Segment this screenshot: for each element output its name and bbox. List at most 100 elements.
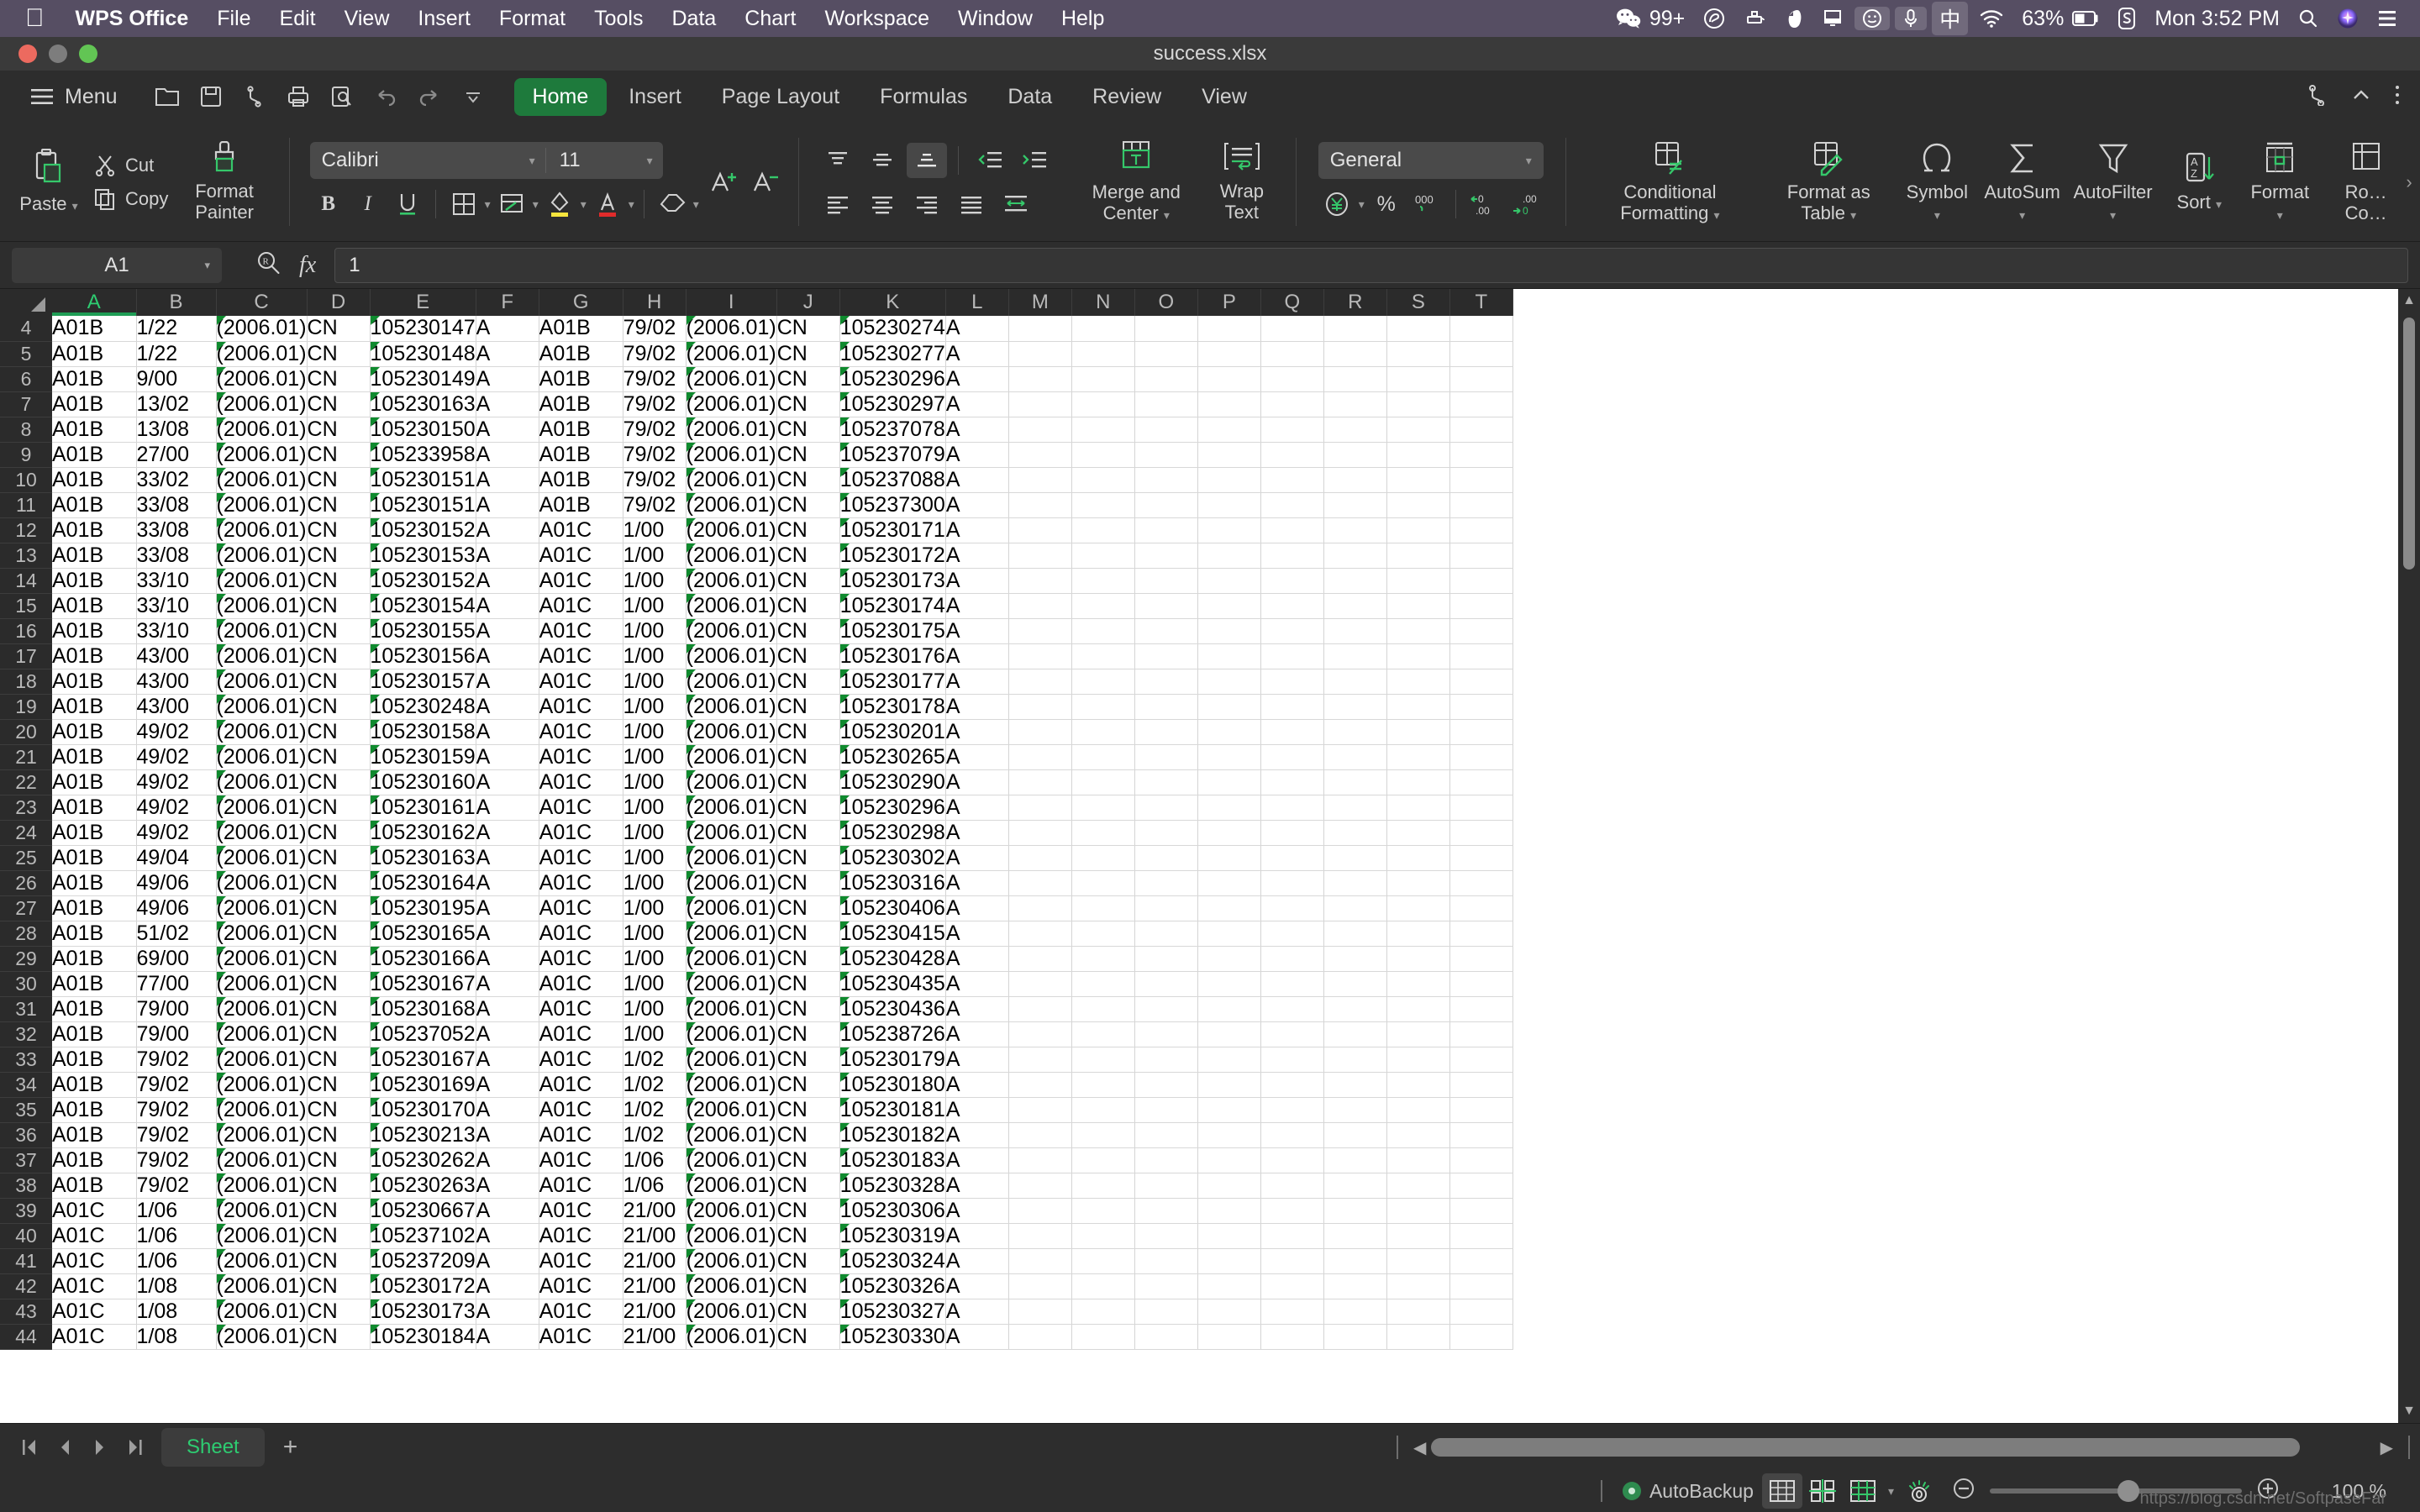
cell-I42[interactable]: (2006.01) [686, 1273, 777, 1299]
cell-M30[interactable] [1008, 971, 1072, 997]
cell-T22[interactable] [1449, 769, 1513, 795]
cell-F6[interactable]: A [476, 366, 539, 392]
cell-E14[interactable]: 105230152 [370, 568, 476, 594]
cell-F31[interactable]: A [476, 996, 539, 1022]
paste-button[interactable]: Paste ▾ [8, 144, 89, 220]
cell-F41[interactable]: A [476, 1248, 539, 1274]
cell-T41[interactable] [1449, 1248, 1513, 1274]
cell-A20[interactable]: A01B [52, 719, 137, 745]
bold-button[interactable]: B [310, 186, 347, 222]
column-header-H[interactable]: H [623, 289, 687, 316]
cell-Q41[interactable] [1260, 1248, 1324, 1274]
cell-E40[interactable]: 105237102 [370, 1223, 476, 1249]
cell-P7[interactable] [1197, 391, 1261, 417]
cell-J26[interactable]: CN [776, 870, 840, 896]
cell-F19[interactable]: A [476, 694, 539, 720]
cell-N14[interactable] [1071, 568, 1135, 594]
cell-L38[interactable]: A [945, 1173, 1009, 1199]
cell-M29[interactable] [1008, 946, 1072, 972]
cell-K9[interactable]: 105237079 [839, 442, 946, 468]
cell-L30[interactable]: A [945, 971, 1009, 997]
cell-R29[interactable] [1323, 946, 1387, 972]
cell-L24[interactable]: A [945, 820, 1009, 846]
cell-A14[interactable]: A01B [52, 568, 137, 594]
cell-L43[interactable]: A [945, 1299, 1009, 1325]
cell-O25[interactable] [1134, 845, 1198, 871]
cell-C26[interactable]: (2006.01) [216, 870, 308, 896]
cell-A25[interactable]: A01B [52, 845, 137, 871]
cell-N28[interactable] [1071, 921, 1135, 947]
cell-E12[interactable]: 105230152 [370, 517, 476, 543]
cell-Q34[interactable] [1260, 1072, 1324, 1098]
cell-F40[interactable]: A [476, 1223, 539, 1249]
cell-R22[interactable] [1323, 769, 1387, 795]
cell-N20[interactable] [1071, 719, 1135, 745]
cell-R24[interactable] [1323, 820, 1387, 846]
cell-G24[interactable]: A01C [539, 820, 623, 846]
cell-E20[interactable]: 105230158 [370, 719, 476, 745]
cell-N40[interactable] [1071, 1223, 1135, 1249]
row-header-4[interactable]: 4 [0, 316, 52, 342]
cell-K24[interactable]: 105230298 [839, 820, 946, 846]
cell-T18[interactable] [1449, 669, 1513, 695]
cell-N13[interactable] [1071, 543, 1135, 569]
cell-Q13[interactable] [1260, 543, 1324, 569]
cell-R4[interactable] [1323, 316, 1387, 342]
cell-H30[interactable]: 1/00 [623, 971, 687, 997]
cell-J29[interactable]: CN [776, 946, 840, 972]
cell-H28[interactable]: 1/00 [623, 921, 687, 947]
cell-F28[interactable]: A [476, 921, 539, 947]
cell-S21[interactable] [1386, 744, 1450, 770]
cell-K13[interactable]: 105230172 [839, 543, 946, 569]
cell-D40[interactable]: CN [307, 1223, 371, 1249]
cell-A9[interactable]: A01B [52, 442, 137, 468]
cell-G36[interactable]: A01C [539, 1122, 623, 1148]
cell-G4[interactable]: A01B [539, 316, 623, 342]
cell-T34[interactable] [1449, 1072, 1513, 1098]
cell-L23[interactable]: A [945, 795, 1009, 821]
cell-D14[interactable]: CN [307, 568, 371, 594]
cell-B11[interactable]: 33/08 [136, 492, 217, 518]
cell-Q4[interactable] [1260, 316, 1324, 342]
cell-N16[interactable] [1071, 618, 1135, 644]
cell-H35[interactable]: 1/02 [623, 1097, 687, 1123]
decrease-indent-button[interactable] [970, 143, 1010, 178]
cell-A13[interactable]: A01B [52, 543, 137, 569]
cell-O40[interactable] [1134, 1223, 1198, 1249]
cell-G35[interactable]: A01C [539, 1097, 623, 1123]
cell-Q5[interactable] [1260, 341, 1324, 367]
cell-C38[interactable]: (2006.01) [216, 1173, 308, 1199]
cell-K17[interactable]: 105230176 [839, 643, 946, 669]
cell-P29[interactable] [1197, 946, 1261, 972]
cell-G11[interactable]: A01B [539, 492, 623, 518]
cell-E13[interactable]: 105230153 [370, 543, 476, 569]
zoom-out-button[interactable] [1951, 1476, 1976, 1506]
cell-L13[interactable]: A [945, 543, 1009, 569]
cell-A37[interactable]: A01B [52, 1147, 137, 1173]
cell-G21[interactable]: A01C [539, 744, 623, 770]
cell-Q38[interactable] [1260, 1173, 1324, 1199]
cell-M5[interactable] [1008, 341, 1072, 367]
row-header-9[interactable]: 9 [0, 442, 52, 468]
cell-T29[interactable] [1449, 946, 1513, 972]
cell-C36[interactable]: (2006.01) [216, 1122, 308, 1148]
column-header-P[interactable]: P [1197, 289, 1261, 316]
cell-B4[interactable]: 1/22 [136, 316, 217, 342]
row-header-35[interactable]: 35 [0, 1097, 52, 1123]
cell-B21[interactable]: 49/02 [136, 744, 217, 770]
cell-L41[interactable]: A [945, 1248, 1009, 1274]
cell-M6[interactable] [1008, 366, 1072, 392]
view-mode-caret-icon[interactable]: ▾ [1883, 1484, 1899, 1499]
cell-O16[interactable] [1134, 618, 1198, 644]
tab-formulas[interactable]: Formulas [861, 78, 986, 116]
cell-Q40[interactable] [1260, 1223, 1324, 1249]
cell-R39[interactable] [1323, 1198, 1387, 1224]
cell-L35[interactable]: A [945, 1097, 1009, 1123]
cell-A32[interactable]: A01B [52, 1021, 137, 1047]
cell-A17[interactable]: A01B [52, 643, 137, 669]
row-header-29[interactable]: 29 [0, 946, 52, 972]
cell-C41[interactable]: (2006.01) [216, 1248, 308, 1274]
cell-B14[interactable]: 33/10 [136, 568, 217, 594]
cell-I32[interactable]: (2006.01) [686, 1021, 777, 1047]
cell-M20[interactable] [1008, 719, 1072, 745]
